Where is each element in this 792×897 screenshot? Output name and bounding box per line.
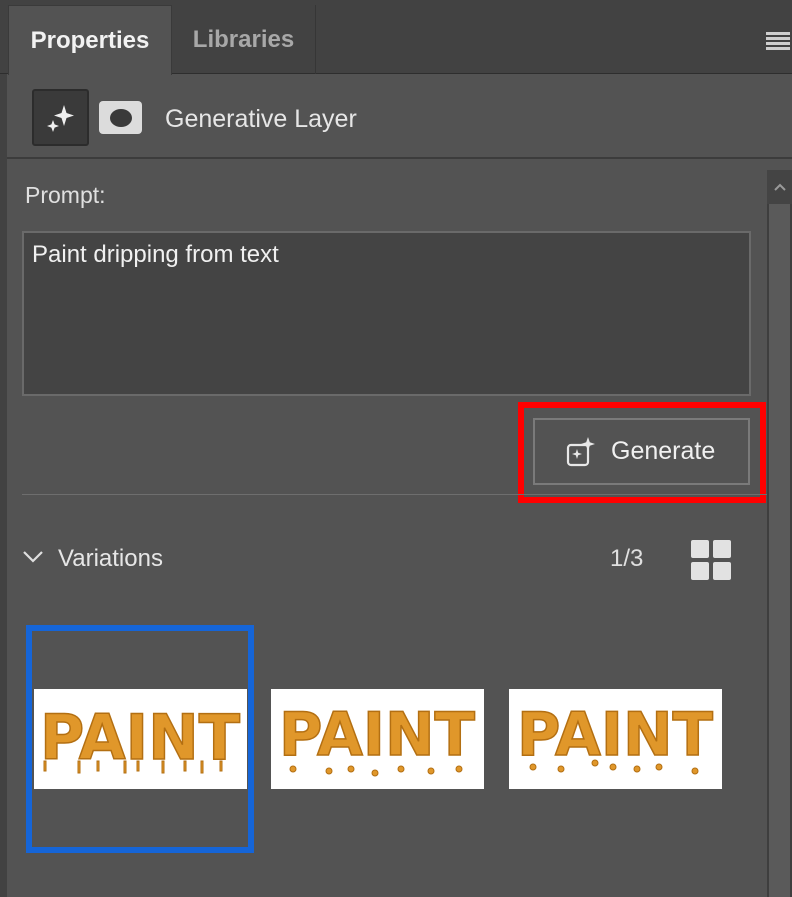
layer-title: Generative Layer <box>165 105 357 133</box>
variation-thumbnail-2[interactable]: PAINT <box>271 689 484 789</box>
hamburger-icon[interactable] <box>766 32 790 52</box>
variation-2-text: PAINT <box>279 700 475 770</box>
generate-button[interactable]: Generate <box>533 418 750 485</box>
variation-1-text: PAINT <box>40 701 240 774</box>
chevron-down-icon[interactable] <box>22 549 44 565</box>
sparkle-icon[interactable] <box>32 89 89 146</box>
generate-button-label: Generate <box>611 437 716 465</box>
variation-thumbnail-1[interactable]: PAINT <box>34 689 247 789</box>
grid-view-icon[interactable] <box>691 540 731 580</box>
panel-tab-bar: Properties Libraries <box>0 0 792 75</box>
scroll-up-arrow-icon[interactable] <box>767 170 792 204</box>
layer-mask-icon[interactable] <box>99 101 142 134</box>
scrollbar-thumb[interactable] <box>769 204 790 897</box>
tab-properties[interactable]: Properties <box>8 5 172 75</box>
variations-label[interactable]: Variations <box>58 545 163 573</box>
tab-libraries[interactable]: Libraries <box>172 5 316 74</box>
variation-thumbnail-3[interactable]: PAINT <box>509 689 722 789</box>
prompt-label: Prompt: <box>25 182 106 208</box>
section-divider <box>22 494 767 495</box>
generate-sparkle-icon <box>566 436 595 466</box>
variation-3-text: PAINT <box>517 700 713 770</box>
panel-left-edge <box>0 74 7 897</box>
variations-count: 1/3 <box>610 545 644 572</box>
layer-header: Generative Layer <box>7 75 792 159</box>
prompt-input[interactable]: Paint dripping from text <box>22 231 751 396</box>
